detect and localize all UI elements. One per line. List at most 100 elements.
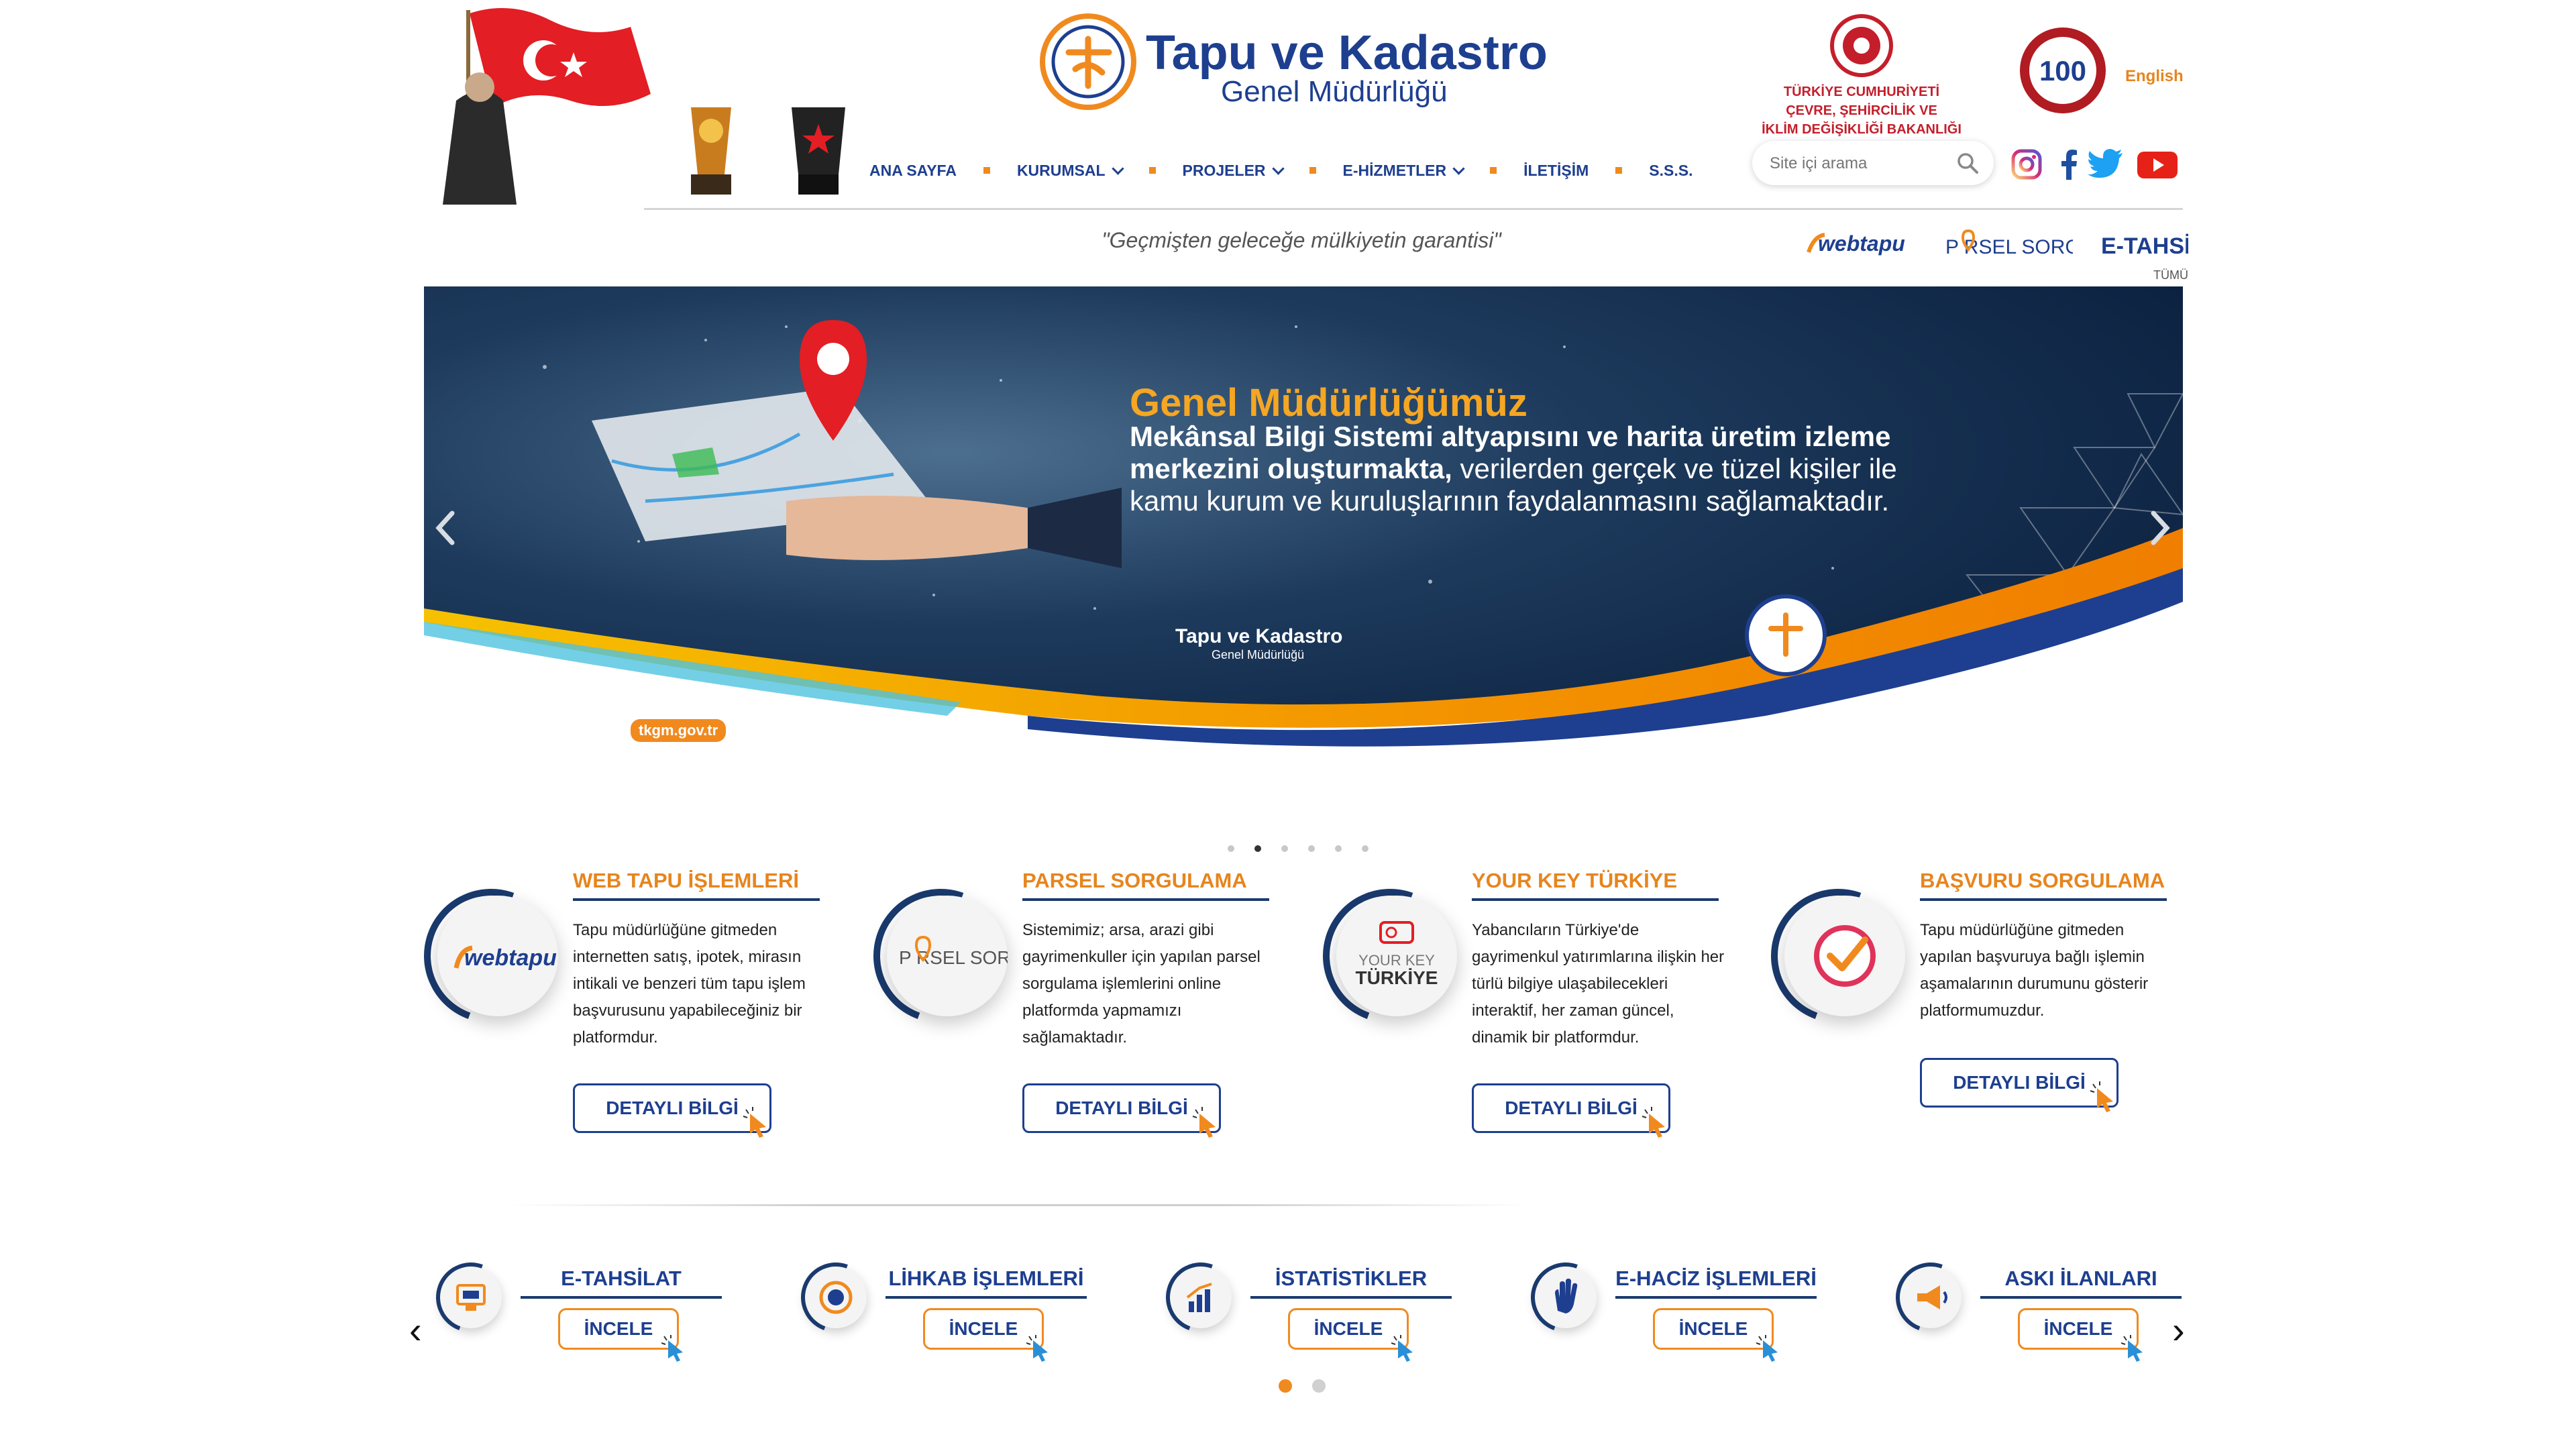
e-tahsilat-icon — [424, 1250, 518, 1344]
hero-slider: Genel Müdürlüğümüz Mekânsal Bilgi Sistem… — [424, 286, 2183, 761]
ministry-line-2: ÇEVRE, ŞEHİRCİLİK VE — [1786, 103, 1937, 118]
carousel-prev-arrow[interactable]: ‹ — [409, 1308, 422, 1352]
award-trophy-1 — [691, 107, 731, 195]
nav-separator — [1490, 167, 1497, 174]
carousel-item-title[interactable]: İSTATİSTİKLER — [1250, 1267, 1452, 1291]
parsel-sorgu-logo-icon: P RSEL SORGU — [899, 935, 1039, 968]
parsel-sorgu-logo-text: P RSEL SORGU — [899, 947, 1008, 968]
service-title[interactable]: YOUR KEY TÜRKİYE — [1472, 869, 1677, 893]
cursor-click-icon — [743, 1107, 766, 1138]
search-icon[interactable] — [1956, 152, 1979, 174]
service-title[interactable]: PARSEL SORGULAMA — [1022, 869, 1247, 893]
slider-prev-arrow-icon[interactable] — [432, 508, 459, 548]
anniversary-logo[interactable]: 100 — [2018, 25, 2108, 115]
logo-subtitle: Genel Müdürlüğü — [1221, 75, 1448, 108]
nav-label: PROJELER — [1182, 161, 1266, 179]
service-description: Tapu müdürlüğüne gitmeden yapılan başvur… — [1920, 921, 2149, 1020]
carousel-dots — [1279, 1379, 1326, 1393]
nav-item-iletisim[interactable]: İLETİŞİM — [1523, 162, 1589, 180]
slider-dot-active[interactable] — [1254, 845, 1261, 852]
service-title-underline — [573, 898, 820, 901]
service-description: Yabancıların Türkiye'de gayrimenkul yatı… — [1472, 921, 1725, 1046]
carousel-item-lihkab: LİHKAB İŞLEMLERİ İNCELE — [789, 1250, 1127, 1382]
cursor-click-icon — [2090, 1081, 2113, 1112]
hero-brand-subtitle: Genel Müdürlüğü — [1212, 648, 1305, 661]
webtapu-logo-text: webtapu — [464, 945, 557, 971]
quick-link-parsel-text: P RSEL SORGU — [1945, 236, 2073, 258]
service-title-underline — [1022, 898, 1269, 901]
nav-item-sss[interactable]: S.S.S. — [1649, 162, 1693, 180]
service-card-your-key-turkiye: YOUR KEY TÜRKİYE YOUR KEY TÜRKİYE Yabanc… — [1301, 867, 1752, 1157]
incele-button[interactable]: İNCELE — [1653, 1308, 1774, 1350]
section-divider — [510, 1204, 1529, 1206]
service-title-underline — [1472, 898, 1719, 901]
carousel-dot[interactable] — [1312, 1379, 1326, 1393]
service-title[interactable]: BAŞVURU SORGULAMA — [1920, 869, 2165, 893]
service-icon-circle: YOUR KEY TÜRKİYE — [1301, 867, 1479, 1045]
carousel-item-title[interactable]: E-HACİZ İŞLEMLERİ — [1615, 1267, 1817, 1291]
nav-item-e-hizmetler[interactable]: E-HİZMETLER — [1342, 161, 1465, 180]
quick-link-webtapu[interactable]: webtapu — [1805, 227, 1905, 260]
twitter-icon[interactable] — [2088, 149, 2124, 180]
site-header: Tapu ve Kadastro Genel Müdürlüğü TÜRKİYE… — [0, 0, 2576, 221]
search-input[interactable] — [1768, 150, 1952, 177]
service-title[interactable]: WEB TAPU İŞLEMLERİ — [573, 869, 799, 893]
youtube-icon[interactable] — [2137, 149, 2178, 180]
nav-item-kurumsal[interactable]: KURUMSAL — [1017, 162, 1124, 180]
hero-text: Mekânsal Bilgi Sistemi altyapısını ve ha… — [1130, 421, 1935, 517]
quick-link-parsel-sorgu[interactable]: P RSEL SORGU — [1945, 227, 2095, 260]
nav-separator — [1148, 167, 1156, 174]
carousel-item-title[interactable]: E-TAHSİLAT — [521, 1267, 722, 1291]
tagline: "Geçmişten geleceğe mülkiyetin garantisi… — [1102, 228, 1501, 252]
search-box — [1752, 141, 1994, 185]
carousel-item-title[interactable]: ASKI İLANLARI — [1980, 1267, 2182, 1291]
cursor-click-icon — [2121, 1335, 2143, 1362]
logo-title[interactable]: Tapu ve Kadastro — [1146, 25, 1548, 80]
cursor-click-icon — [1756, 1335, 1778, 1362]
service-card-parsel-sorgulama: P RSEL SORGU PARSEL SORGULAMA Sistemimiz… — [851, 867, 1303, 1157]
quick-links-all-link[interactable]: TÜMÜ — [2153, 268, 2188, 282]
nav-label: E-HİZMETLER — [1342, 161, 1447, 179]
carousel-item-underline — [1980, 1296, 2182, 1299]
hero-background — [424, 286, 2183, 761]
slider-dot[interactable] — [1228, 845, 1234, 852]
slider-dots — [1228, 845, 1368, 852]
incele-button[interactable]: İNCELE — [2018, 1308, 2139, 1350]
cursor-click-icon — [1192, 1107, 1216, 1138]
slider-dot[interactable] — [1308, 845, 1315, 852]
carousel-item-title[interactable]: LİHKAB İŞLEMLERİ — [885, 1267, 1087, 1291]
slider-dot[interactable] — [1335, 845, 1342, 852]
nav-item-ana-sayfa[interactable]: ANA SAYFA — [869, 162, 957, 180]
quick-link-e-tahsilat[interactable]: E-TAHSİLAT — [2101, 227, 2233, 260]
ministry-logo[interactable]: TÜRKİYE CUMHURİYETİ ÇEVRE, ŞEHİRCİLİK VE… — [1758, 13, 1966, 137]
hero-url-badge: tkgm.gov.tr — [631, 719, 727, 742]
service-description: Tapu müdürlüğüne gitmeden internetten sa… — [573, 921, 806, 1046]
incele-button[interactable]: İNCELE — [558, 1308, 679, 1350]
header-divider — [644, 208, 2183, 210]
carousel-dot-active[interactable] — [1279, 1379, 1292, 1393]
instagram-icon[interactable] — [2011, 149, 2042, 180]
tkgm-logo-icon[interactable] — [1038, 12, 1138, 111]
slider-dot[interactable] — [1281, 845, 1288, 852]
facebook-icon[interactable] — [2054, 149, 2085, 180]
carousel-item-underline — [885, 1296, 1087, 1299]
chevron-down-icon — [1271, 162, 1285, 175]
e-tahsilat-logo-icon: E-TAHSİLAT — [2101, 233, 2233, 259]
nav-separator — [1615, 167, 1623, 174]
award-trophy-2 — [792, 107, 845, 195]
incele-button[interactable]: İNCELE — [923, 1308, 1044, 1350]
nav-item-projeler[interactable]: PROJELER — [1182, 161, 1285, 180]
incele-button[interactable]: İNCELE — [1288, 1308, 1409, 1350]
slider-next-arrow-icon[interactable] — [2147, 508, 2174, 548]
hero-heading: Genel Müdürlüğümüz — [1130, 381, 1527, 425]
hero-brand: Tapu ve Kadastro Genel Müdürlüğü — [1175, 625, 1343, 662]
anniversary-number: 100 — [2039, 55, 2086, 87]
nav-label: S.S.S. — [1649, 161, 1693, 179]
carousel-item-e-tahsilat: E-TAHSİLAT İNCELE — [424, 1250, 762, 1382]
webtapu-logo-icon: webtapu — [1807, 231, 1905, 256]
slider-dot[interactable] — [1362, 845, 1368, 852]
parsel-sorgu-logo-icon: P RSEL SORGU — [1945, 229, 2095, 258]
your-key-logo-line-2: TÜRKİYE — [1356, 967, 1438, 988]
language-link-english[interactable]: English — [2125, 67, 2184, 86]
cursor-click-icon — [1391, 1335, 1413, 1362]
